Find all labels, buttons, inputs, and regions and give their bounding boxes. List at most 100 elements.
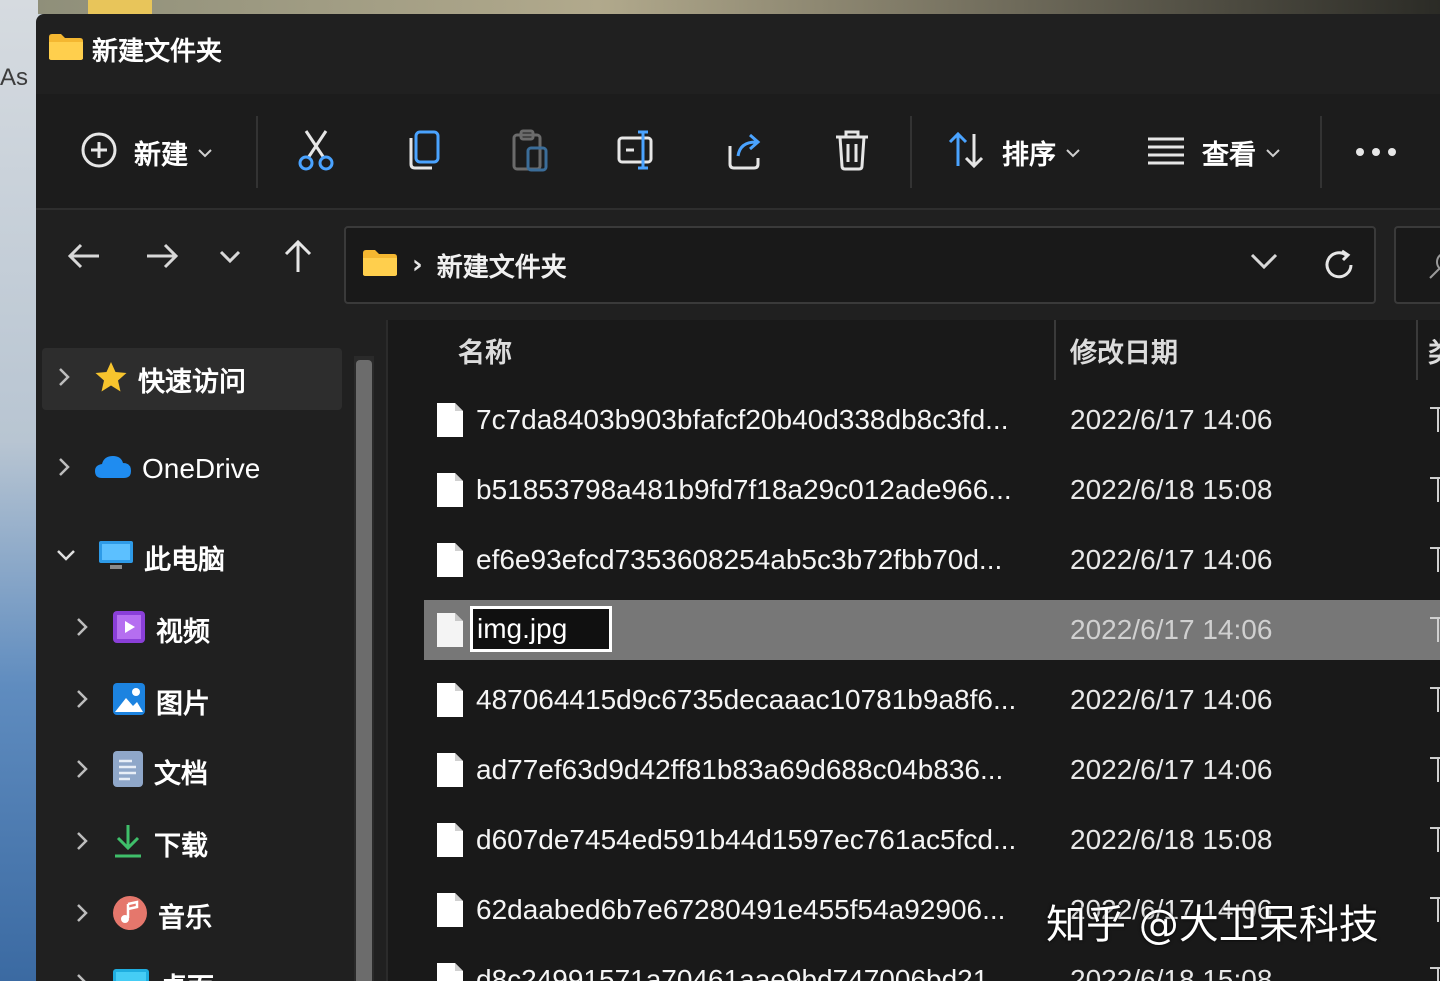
monitor-icon xyxy=(98,539,134,575)
music-icon xyxy=(112,895,148,935)
star-icon xyxy=(94,361,128,397)
sidebar-item-pictures[interactable]: 图片 xyxy=(42,670,342,732)
copy-button[interactable] xyxy=(404,94,444,210)
sidebar-item-quick-access[interactable]: 快速访问 xyxy=(42,348,342,410)
sidebar-item-label: 图片 xyxy=(156,688,210,720)
search-icon xyxy=(1426,250,1440,284)
table-row[interactable]: 487064415d9c6735decaaac10781b9a8f6... 20… xyxy=(424,670,1440,730)
back-button[interactable] xyxy=(56,230,112,286)
file-name: ad77ef63d9d42ff81b83a69d688c04b836... xyxy=(476,754,1004,785)
chevron-down-icon xyxy=(1250,253,1278,274)
column-separator[interactable] xyxy=(1416,320,1418,380)
column-header-label: 名称 xyxy=(458,337,512,369)
sidebar-item-label: 下载 xyxy=(154,830,208,862)
sort-button-label: 排序 xyxy=(1002,139,1056,171)
table-row[interactable]: ad77ef63d9d42ff81b83a69d688c04b836... 20… xyxy=(424,740,1440,800)
file-modified-date: 2022/6/17 14:06 xyxy=(1070,544,1273,575)
paste-button[interactable] xyxy=(510,94,550,210)
download-icon xyxy=(112,823,144,863)
new-button[interactable]: 新建 xyxy=(80,94,212,210)
sidebar-item-downloads[interactable]: 下载 xyxy=(42,812,342,874)
file-icon xyxy=(436,822,464,862)
sort-icon xyxy=(946,130,986,174)
chevron-down-icon xyxy=(219,249,241,268)
pictures-folder-icon xyxy=(112,682,146,720)
toolbar-separator xyxy=(910,116,912,188)
breadcrumb-current-folder[interactable]: 新建文件夹 xyxy=(437,247,567,284)
file-modified-date: 2022/6/18 15:08 xyxy=(1070,474,1273,505)
row-overflow-glyph xyxy=(1430,477,1440,502)
sidebar-item-label: 文档 xyxy=(154,758,208,790)
sidebar-item-music[interactable]: 音乐 xyxy=(42,884,342,946)
file-name: 62daabed6b7e67280491e455f54a92906... xyxy=(476,894,1006,925)
row-overflow-glyph xyxy=(1430,617,1440,642)
file-icon xyxy=(436,542,464,582)
watermark-text: 知乎 @大卫呆科技 xyxy=(1046,902,1379,948)
breadcrumb-separator: › xyxy=(412,250,423,280)
column-header-name[interactable]: 名称 xyxy=(458,320,512,380)
title-bar: 新建文件夹 xyxy=(36,14,1440,84)
address-bar[interactable]: › 新建文件夹 xyxy=(344,226,1376,304)
new-button-label: 新建 xyxy=(134,139,188,171)
sidebar-item-onedrive[interactable]: OneDrive xyxy=(42,438,342,500)
column-header-label: 修改日期 xyxy=(1070,337,1178,369)
column-header-modified[interactable]: 修改日期 xyxy=(1070,320,1178,380)
view-button[interactable]: 查看 xyxy=(1146,94,1280,210)
more-options-button[interactable] xyxy=(1354,94,1398,210)
chevron-right-icon xyxy=(76,689,88,713)
window-title: 新建文件夹 xyxy=(92,36,223,67)
sidebar-item-label: 快速访问 xyxy=(138,366,246,398)
chevron-down-icon xyxy=(1266,143,1280,162)
row-overflow-glyph xyxy=(1430,687,1440,712)
sidebar-item-label: 视频 xyxy=(156,616,210,648)
delete-button[interactable] xyxy=(832,94,872,210)
desktop-top-accent xyxy=(88,0,152,14)
rename-icon xyxy=(616,128,658,176)
search-box[interactable] xyxy=(1394,226,1440,304)
row-overflow-glyph xyxy=(1430,547,1440,572)
column-header-type[interactable]: 类 xyxy=(1428,320,1440,380)
chevron-right-icon xyxy=(76,759,88,783)
file-icon xyxy=(436,892,464,932)
table-row-selected[interactable]: img.jpg 2022/6/17 14:06 xyxy=(424,600,1440,660)
refresh-button[interactable] xyxy=(1322,248,1356,286)
file-modified-date: 2022/6/17 14:06 xyxy=(1070,684,1273,715)
file-name: b51853798a481b9fd7f18a29c012ade966... xyxy=(476,474,1012,505)
sidebar-item-label: 桌面 xyxy=(160,966,214,981)
address-history-button[interactable] xyxy=(1250,252,1278,274)
up-button[interactable] xyxy=(270,230,326,286)
table-row[interactable]: d607de7454ed591b44d1597ec761ac5fcd... 20… xyxy=(424,810,1440,870)
file-icon xyxy=(436,752,464,792)
share-button[interactable] xyxy=(724,94,766,210)
sidebar-item-documents[interactable]: 文档 xyxy=(42,740,342,802)
cut-button[interactable] xyxy=(296,94,336,210)
chevron-right-icon xyxy=(76,973,88,981)
sidebar-item-videos[interactable]: 视频 xyxy=(42,598,342,660)
delete-icon xyxy=(832,128,872,176)
file-modified-date: 2022/6/18 15:08 xyxy=(1070,824,1273,855)
navigation-bar: › 新建文件夹 xyxy=(36,210,1440,320)
column-separator[interactable] xyxy=(1054,320,1056,380)
sidebar-item-this-pc[interactable]: 此电脑 xyxy=(42,526,342,588)
sidebar-item-desktop[interactable]: 桌面 xyxy=(42,954,342,981)
folder-icon xyxy=(48,32,84,66)
table-row[interactable]: b51853798a481b9fd7f18a29c012ade966... 20… xyxy=(424,460,1440,520)
view-button-label: 查看 xyxy=(1202,139,1256,171)
rename-button[interactable] xyxy=(616,94,658,210)
file-icon xyxy=(436,682,464,722)
chevron-down-icon xyxy=(1066,143,1080,162)
table-row[interactable]: 7c7da8403b903bfafcf20b40d338db8c3fd... 2… xyxy=(424,390,1440,450)
file-name: ef6e93efcd7353608254ab5c3b72fbb70d... xyxy=(476,544,1003,575)
table-row[interactable]: ef6e93efcd7353608254ab5c3b72fbb70d... 20… xyxy=(424,530,1440,590)
scrollbar-thumb[interactable] xyxy=(356,360,372,981)
recent-locations-button[interactable] xyxy=(202,230,258,286)
rename-input[interactable]: img.jpg xyxy=(470,606,612,652)
copy-icon xyxy=(404,128,444,176)
navigation-pane-scrollbar[interactable] xyxy=(354,356,374,981)
navigation-pane: 快速访问 OneDrive 此电脑 视频 图片 文档 下载 音乐 xyxy=(36,320,376,981)
sort-button[interactable]: 排序 xyxy=(946,94,1080,210)
toolbar-separator xyxy=(256,116,258,188)
forward-button[interactable] xyxy=(134,230,190,286)
table-row[interactable]: d8c24991571a70461aae9bd747006bd21... 202… xyxy=(424,950,1440,981)
desktop-top-strip xyxy=(38,0,1440,14)
